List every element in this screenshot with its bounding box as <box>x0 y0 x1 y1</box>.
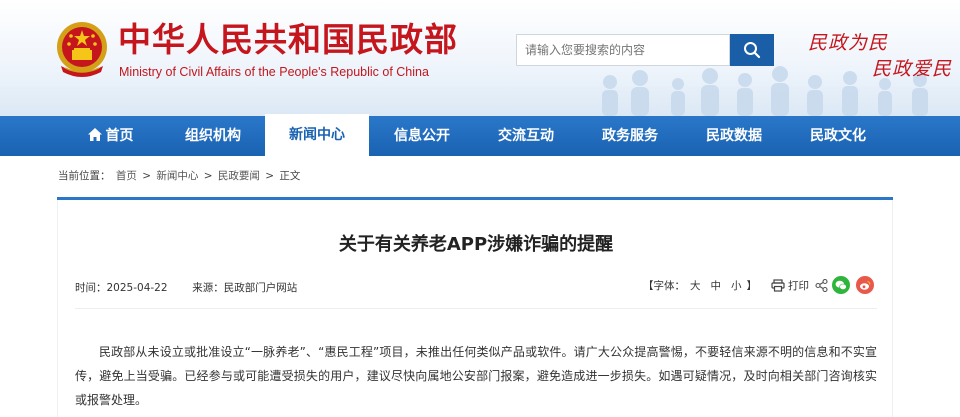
slogan-line-1: 民政为民 <box>808 32 889 54</box>
breadcrumb-civil-news[interactable]: 民政要闻 <box>218 170 260 182</box>
nav-item-interaction[interactable]: 交流互动 <box>485 116 567 156</box>
article-body: 民政部从未设立或批准设立“一脉养老”、“惠民工程”项目，未推出任何类似产品或软件… <box>75 345 877 407</box>
national-emblem-icon <box>57 22 107 77</box>
search-input[interactable] <box>516 34 730 66</box>
site-subtitle: Ministry of Civil Affairs of the People'… <box>119 65 429 79</box>
breadcrumb: 当前位置： 首页 > 新闻中心 > 民政要闻 > 正文 <box>58 168 302 183</box>
main-nav: 首页 组织机构 新闻中心 信息公开 交流互动 政务服务 民政数据 民政文化 <box>0 114 960 156</box>
wechat-icon <box>835 280 847 290</box>
weibo-icon <box>860 280 871 290</box>
print-button[interactable]: 打印 <box>771 278 809 293</box>
nav-item-info-disclosure[interactable]: 信息公开 <box>381 116 463 156</box>
weibo-share-button[interactable] <box>856 276 874 294</box>
search-button[interactable] <box>730 34 774 66</box>
site-header: 中华人民共和国民政部 Ministry of Civil Affairs of … <box>0 0 960 116</box>
slogan-line-2: 民政爱民 <box>872 58 953 80</box>
font-size-label-close: 】 <box>746 279 758 292</box>
breadcrumb-separator: > <box>142 170 151 182</box>
breadcrumb-separator: > <box>265 170 274 182</box>
source-label: 来源： <box>192 282 224 294</box>
article-meta: 时间：2025-04-22 来源：民政部门户网站 <box>75 280 297 295</box>
nav-item-civil-culture[interactable]: 民政文化 <box>797 116 879 156</box>
nav-item-home[interactable]: 首页 <box>70 116 150 156</box>
breadcrumb-prefix: 当前位置： <box>58 170 111 182</box>
meta-divider <box>75 308 877 309</box>
site-title[interactable]: 中华人民共和国民政部 <box>118 22 458 58</box>
nav-item-organization[interactable]: 组织机构 <box>172 116 254 156</box>
print-icon <box>771 278 785 292</box>
breadcrumb-separator: > <box>203 170 213 182</box>
breadcrumb-home[interactable]: 首页 <box>116 170 137 182</box>
home-icon <box>87 128 102 141</box>
article-source: 民政部门户网站 <box>223 282 298 294</box>
nav-item-government-services[interactable]: 政务服务 <box>589 116 671 156</box>
breadcrumb-news-center[interactable]: 新闻中心 <box>156 170 198 182</box>
font-size-medium[interactable]: 中 <box>711 278 722 293</box>
time-label: 时间： <box>75 282 107 294</box>
share-icon[interactable] <box>815 278 828 292</box>
print-label: 打印 <box>788 279 809 292</box>
font-size-small[interactable]: 小 <box>731 278 742 293</box>
search-icon <box>744 42 761 59</box>
font-size-large[interactable]: 大 <box>690 278 701 293</box>
nav-item-civil-data[interactable]: 民政数据 <box>693 116 775 156</box>
nav-item-label: 首页 <box>105 128 134 144</box>
article-title: 关于有关养老APP涉嫌诈骗的提醒 <box>338 234 614 255</box>
breadcrumb-current: 正文 <box>279 170 301 182</box>
wechat-share-button[interactable] <box>832 276 850 294</box>
publish-time: 2025-04-22 <box>106 282 168 294</box>
article: 关于有关养老APP涉嫌诈骗的提醒 时间：2025-04-22 来源：民政部门户网… <box>57 200 893 417</box>
nav-item-news-center[interactable]: 新闻中心 <box>265 114 369 156</box>
article-tools: 【字体： 大 中 小 】 打印 <box>643 276 874 294</box>
font-size-label: 【字体： <box>643 279 685 292</box>
